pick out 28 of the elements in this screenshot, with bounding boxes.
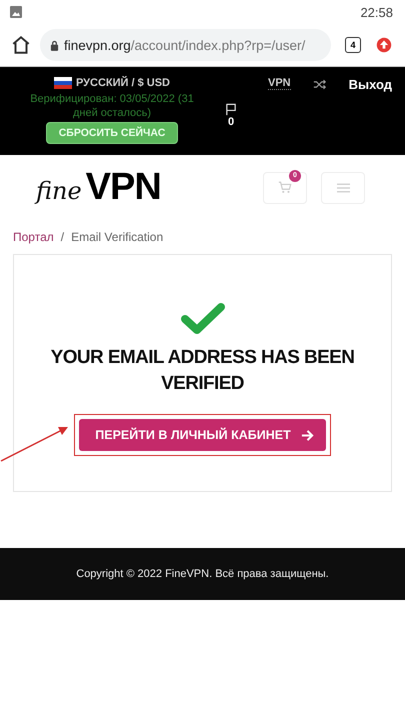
shuffle-icon[interactable]	[312, 79, 327, 90]
account-button[interactable]: ПЕРЕЙТИ В ЛИЧНЫЙ КАБИНЕТ	[79, 419, 326, 451]
lock-icon	[50, 40, 59, 50]
status-time: 22:58	[360, 4, 393, 20]
vpn-link[interactable]: VPN	[268, 77, 291, 90]
language-link[interactable]: РУССКИЙ / $ USD	[76, 77, 170, 89]
verified-heading: YOUR EMAIL ADDRESS HAS BEEN VERIFIED	[50, 346, 356, 396]
breadcrumb-item[interactable]: Портал	[13, 230, 54, 244]
cart-icon	[278, 181, 292, 194]
flag-outline-icon[interactable]	[225, 103, 237, 116]
breadcrumb-item: Email Verification	[71, 230, 164, 244]
image-icon	[10, 6, 22, 18]
cart-button[interactable]	[263, 172, 307, 204]
url-field[interactable]: finevpn.org/account/index.php?rp=/user/	[40, 29, 331, 61]
tab-count-button[interactable]: 4	[345, 37, 361, 53]
copyright-text: Copyright © 2022 FineVPN. Всё права защищены.	[76, 568, 329, 580]
flag-icon	[54, 77, 72, 89]
notification-count: 0	[228, 116, 234, 128]
menu-icon	[336, 182, 350, 192]
upload-icon[interactable]	[375, 36, 393, 54]
logo[interactable]: fine VPN	[36, 166, 161, 209]
logout-link[interactable]: Выход	[348, 77, 392, 92]
url-text: finevpn.org/account/index.php?rp=/user/	[64, 38, 306, 52]
verified-text: Верифицирован: 03/05/2022 (31 дней осталось)	[29, 92, 195, 120]
breadcrumb-separator: /	[60, 230, 64, 244]
checkmark-icon	[180, 303, 224, 335]
home-icon[interactable]	[10, 34, 32, 56]
arrow-right-icon	[300, 428, 314, 442]
